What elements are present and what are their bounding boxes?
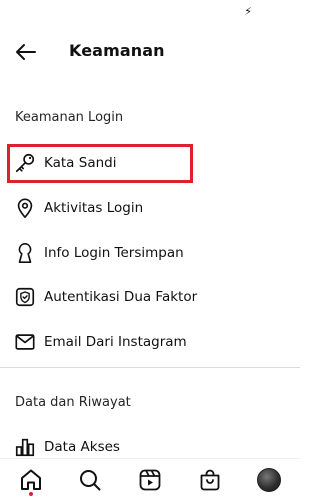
nav-profile[interactable] (256, 467, 282, 493)
shield-check-icon (13, 285, 37, 309)
reels-icon (139, 469, 161, 491)
active-indicator (29, 492, 33, 496)
app-header: Keamanan (0, 34, 300, 70)
home-icon (21, 469, 41, 490)
menu-item-two-factor-auth[interactable]: Autentikasi Dua Faktor (0, 277, 300, 317)
page-title: Keamanan (69, 41, 165, 60)
menu-item-label: Aktivitas Login (44, 200, 144, 216)
menu-item-label: Autentikasi Dua Faktor (44, 289, 198, 305)
nav-search[interactable] (77, 467, 103, 493)
nav-reels[interactable] (137, 467, 163, 493)
section-divider (0, 367, 300, 368)
bar-chart-icon (13, 435, 37, 459)
section-title-data-history: Data dan Riwayat (15, 395, 131, 410)
status-bar: ⚡ (0, 0, 300, 26)
mail-icon (13, 330, 37, 354)
menu-item-instagram-emails[interactable]: Email Dari Instagram (0, 322, 300, 362)
nav-home[interactable] (18, 467, 44, 493)
arrow-left-icon (16, 44, 36, 60)
location-pin-icon (13, 196, 37, 220)
menu-item-label: Data Akses (44, 439, 120, 455)
profile-avatar (257, 468, 281, 492)
menu-item-label: Info Login Tersimpan (44, 245, 184, 261)
keyhole-icon (13, 241, 37, 265)
charging-icon: ⚡ (244, 5, 252, 18)
section-title-login-security: Keamanan Login (15, 110, 124, 125)
menu-item-label: Email Dari Instagram (44, 334, 187, 350)
menu-item-login-activity[interactable]: Aktivitas Login (0, 188, 300, 228)
search-icon (80, 470, 101, 491)
back-button[interactable] (12, 38, 40, 66)
highlight-box (7, 144, 193, 183)
bottom-nav (0, 458, 300, 500)
nav-shop[interactable] (197, 467, 223, 493)
shop-icon (200, 469, 220, 491)
menu-item-saved-login-info[interactable]: Info Login Tersimpan (0, 233, 300, 273)
